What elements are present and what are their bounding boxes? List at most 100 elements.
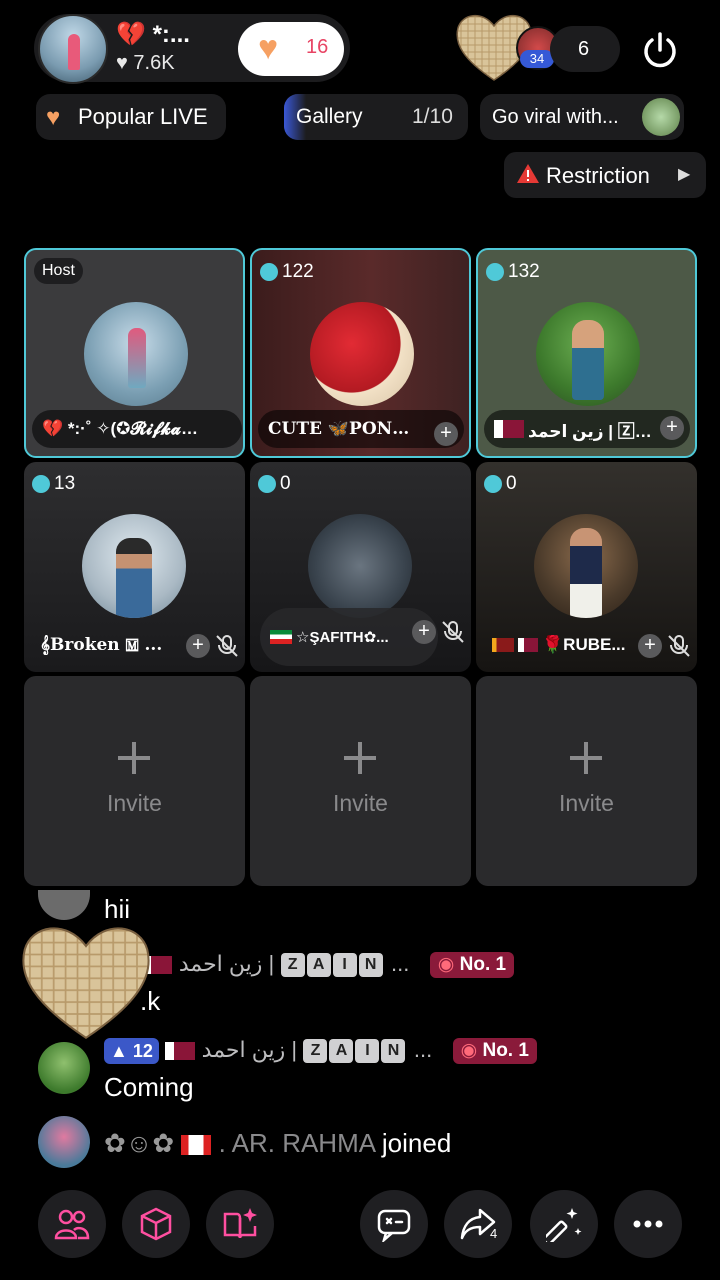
plus-icon [344,742,376,774]
seat-name: 🌹RUBE... [542,635,626,654]
host-badge: Host [34,258,83,284]
clock-icon: ◉ [460,1039,478,1061]
mic-off-icon [668,635,690,657]
seat-avatar[interactable] [536,302,640,406]
seat-score: 132 [486,258,540,286]
invite-seat-9[interactable]: Invite [476,676,697,886]
gallery-label: Gallery [296,105,363,128]
seat-name-pill[interactable]: 🌹RUBE... [482,626,642,664]
host-avatar[interactable] [38,14,108,84]
follow-seat-button[interactable]: + [186,634,210,658]
seat-avatar[interactable] [534,514,638,618]
chat-avatar[interactable] [38,1042,90,1094]
qatar-flag-icon [165,1041,196,1060]
seat-4[interactable]: 13 𝄞Broken 🄼 ... + [24,462,245,672]
joined-user-name: AR. RAHMA [231,1128,375,1158]
cube-icon [140,1207,172,1241]
seat-avatar[interactable] [82,514,186,618]
invite-seat-7[interactable]: Invite [24,676,245,886]
broken-heart-icon: 💔 [116,21,146,48]
chat-avatar[interactable] [38,1116,90,1168]
seat-name-pill[interactable]: ☆ŞAFITH✿... [260,608,438,666]
seat-avatar[interactable] [84,302,188,406]
canada-flag-icon [181,1135,212,1156]
more-button[interactable] [614,1190,682,1258]
invite-seat-8[interactable]: Invite [250,676,471,886]
share-button[interactable]: 4 [444,1190,512,1258]
games-button[interactable] [122,1190,190,1258]
seat-name: زين احمد | 🅉🄰 ... [528,421,668,441]
invite-label: Invite [107,790,162,816]
chat-message: Coming [104,1072,194,1102]
seat-avatar[interactable] [310,302,414,406]
qatar-flag-icon [518,638,538,652]
seat-name-pill[interactable]: 𝄞Broken 🄼 ... [30,626,190,664]
follow-count: 16 [306,36,329,58]
clock-icon: ◉ [437,953,455,975]
joined-label: joined [381,1128,452,1158]
share-count: 4 [490,1226,498,1241]
seat-score: 13 [32,470,75,498]
mic-off-icon [442,621,464,643]
more-icon [633,1220,663,1228]
seat-2[interactable]: 122 CUTE 🦋PONN... + [250,248,471,458]
people-icon [54,1209,90,1240]
heart-icon: ♥ [46,104,61,131]
invite-label: Invite [559,790,614,816]
kuwait-flag-icon [270,630,292,644]
plus-icon [570,742,602,774]
viewer-count: 6 [578,38,590,60]
go-viral-label: Go viral with... [492,106,619,128]
magic-wand-icon [546,1208,582,1242]
gallery-count: 1/10 [412,105,453,128]
seat-score: 0 [258,470,291,498]
chat-user-line: ▲ 12 زين احمد | ZAIN ... ◉ No. 1 [104,1036,537,1064]
mic-off-icon [216,635,238,657]
follow-seat-button[interactable]: + [660,416,684,440]
follow-seat-button[interactable]: + [412,620,436,644]
seat-3[interactable]: 132 زين احمد | 🅉🄰 ... + [476,248,697,458]
join-notice: ✿☺✿ . AR. RAHMA joined [104,1128,452,1158]
warning-icon [517,164,539,183]
disco-heart-icon [22,927,150,1040]
diamond-icon: ▲ [110,1040,128,1061]
chevron-right-icon: ▶ [678,166,691,183]
seat-name: CUTE 🦋PONN... [268,419,418,439]
invite-label: Invite [333,790,388,816]
restriction-label: Restriction [546,163,650,188]
qatar-flag-icon [494,420,524,438]
host-likes: ♥ 7.6K [116,52,175,74]
seat-avatar[interactable] [308,514,412,618]
stories-button[interactable] [206,1190,274,1258]
seat-name-pill[interactable]: CUTE 🦋PONN... [258,410,464,448]
chat-user-name: زين احمد | [178,951,275,976]
chat-user-name: زين احمد | [201,1037,298,1062]
butterfly-icon: ✿☺✿ [104,1128,175,1158]
popular-live-label: Popular LIVE [78,104,208,129]
power-icon[interactable] [640,30,680,70]
rank-badge: ◉ No. 1 [452,1037,537,1064]
viral-badge-icon [642,98,680,136]
book-sparkle-icon [223,1208,257,1239]
seat-score: 0 [484,470,517,498]
plus-icon [118,742,150,774]
seat-name: 💔 *:·˚ ✧(✪𝓡𝓲𝓯𝓴𝓪✪)*... [42,419,212,438]
follow-seat-button[interactable]: + [638,634,662,658]
viewer-level-badge: 34 [520,50,554,68]
seat-6[interactable]: 0 🌹RUBE... + [476,462,697,672]
seat-name-pill[interactable]: 💔 *:·˚ ✧(✪𝓡𝓲𝓯𝓴𝓪✪)*... [32,410,242,448]
rank-badge: ◉ No. 1 [429,951,515,978]
chat-icon [377,1209,411,1242]
user-level-badge: ▲ 12 [104,1037,159,1064]
chat-user-line: 12 زين احمد | ZAIN ... ◉ No. 1 [104,950,515,978]
effects-button[interactable] [530,1190,598,1258]
seat-host[interactable]: Host 💔 *:·˚ ✧(✪𝓡𝓲𝓯𝓴𝓪✪)*... [24,248,245,458]
host-name: 💔 *:... [116,21,190,48]
members-button[interactable] [38,1190,106,1258]
follow-seat-button[interactable]: + [434,422,458,446]
seat-5[interactable]: 0 ☆ŞAFITH✿... + [250,462,471,672]
seat-name: ☆ŞAFITH✿... [296,629,389,646]
chat-button[interactable] [360,1190,428,1258]
heart-icon: ♥ [258,29,279,67]
sri-lanka-flag-icon [492,638,514,652]
